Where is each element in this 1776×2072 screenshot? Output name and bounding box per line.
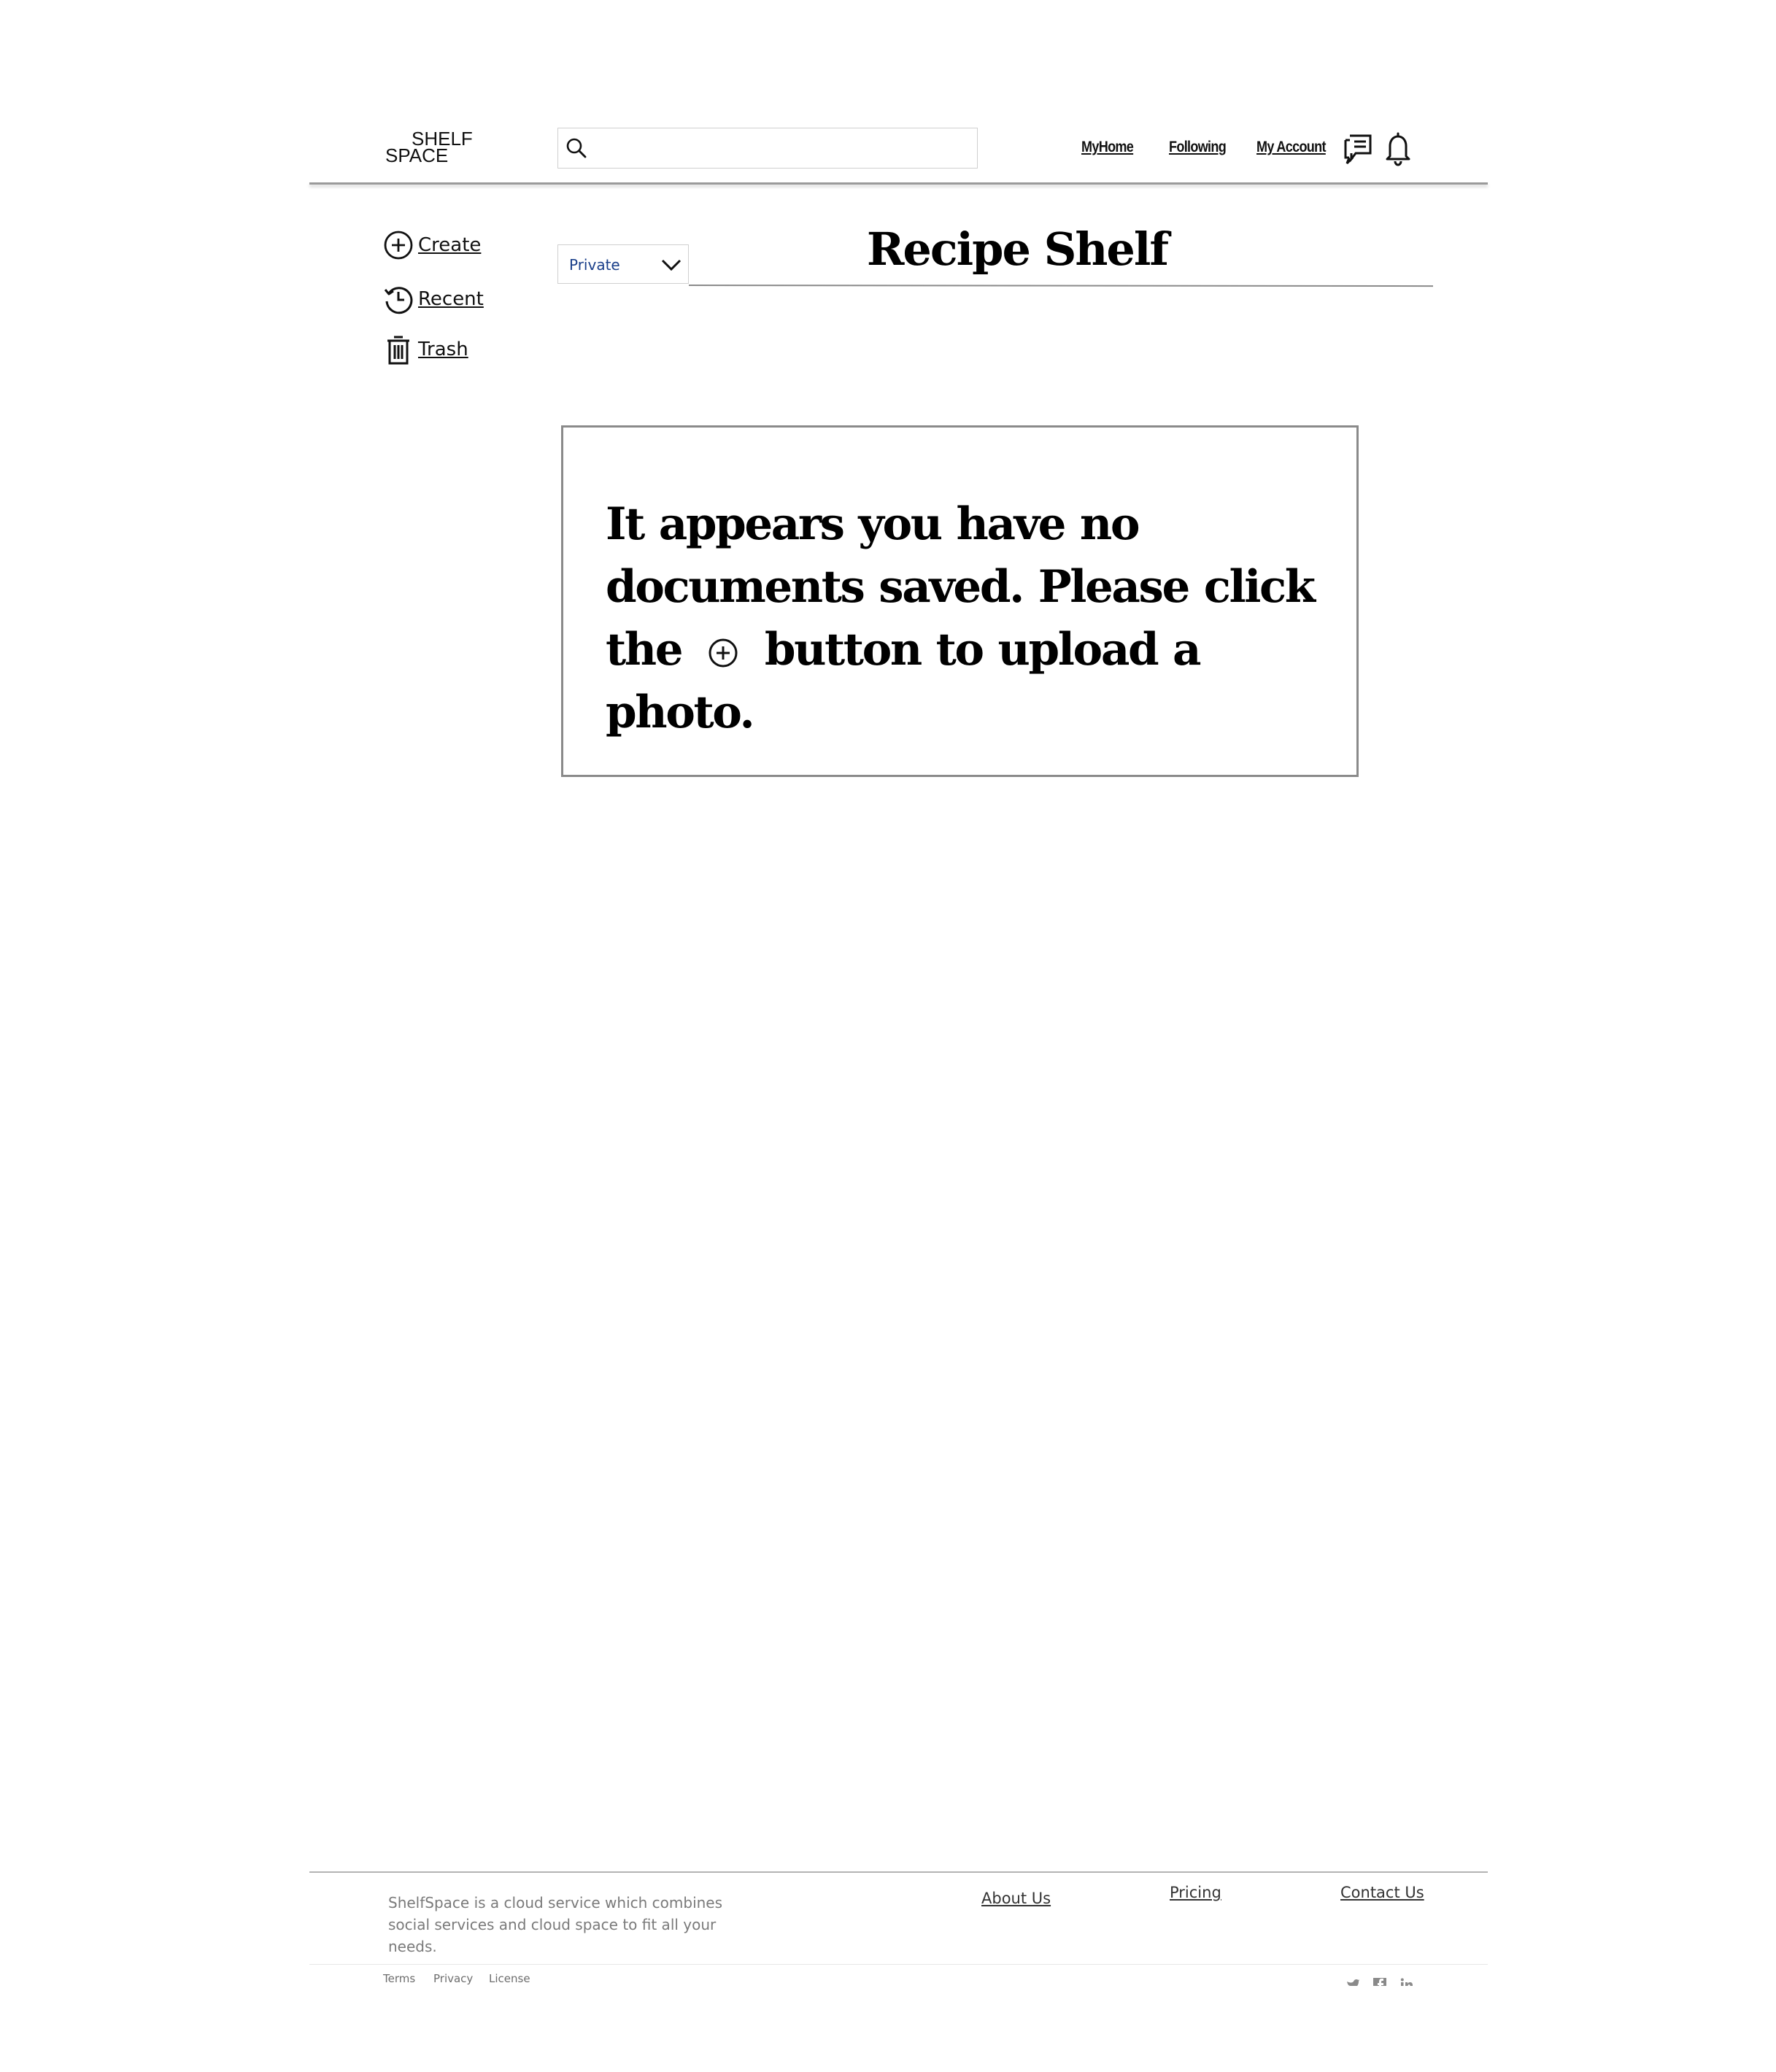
page-title: Recipe Shelf xyxy=(866,223,1169,276)
sidebar-item-label: Create xyxy=(418,234,482,256)
nav-link-following[interactable]: Following xyxy=(1169,139,1227,156)
empty-state-panel: It appears you have no documents saved. … xyxy=(561,425,1359,777)
sidebar-item-label: Trash xyxy=(418,339,468,360)
sidebar-item-trash[interactable]: Trash xyxy=(383,333,468,366)
visibility-select[interactable]: Private xyxy=(557,244,689,284)
footer-separator xyxy=(309,1964,1488,1965)
sidebar-item-label: Recent xyxy=(418,288,484,310)
trash-icon xyxy=(387,336,409,365)
title-underline xyxy=(688,285,1434,287)
nav-link-my-account[interactable]: My Account xyxy=(1256,139,1326,156)
footer-divider xyxy=(309,1871,1488,1873)
footer-legal-privacy[interactable]: Privacy xyxy=(433,1972,473,1985)
logo-bottom-text: SPACE xyxy=(385,144,448,166)
plus-circle-icon xyxy=(384,231,413,260)
visibility-select-value: Private xyxy=(569,256,620,274)
header-divider xyxy=(309,182,1488,185)
linkedin-icon[interactable] xyxy=(1399,1977,1414,1986)
footer-legal-license[interactable]: License xyxy=(489,1972,530,1985)
empty-state-text-after: button to upload a photo. xyxy=(606,624,1202,738)
footer-link-about-us[interactable]: About Us xyxy=(981,1890,1051,1907)
sidebar-item-recent[interactable]: Recent xyxy=(383,283,484,315)
search-icon xyxy=(566,138,587,158)
footer-description: ShelfSpace is a cloud service which comb… xyxy=(388,1894,723,1955)
messages-icon[interactable] xyxy=(1343,133,1373,165)
nav-link-myhome[interactable]: MyHome xyxy=(1081,139,1134,156)
shelfspace-logo[interactable]: SHELF SPACE xyxy=(385,128,480,167)
sidebar-item-create[interactable]: Create xyxy=(383,229,481,261)
footer-link-pricing[interactable]: Pricing xyxy=(1170,1884,1221,1901)
empty-state-message: It appears you have no documents saved. … xyxy=(606,493,1343,744)
footer-legal-terms[interactable]: Terms xyxy=(383,1972,415,1985)
facebook-icon[interactable] xyxy=(1372,1977,1387,1986)
twitter-icon[interactable] xyxy=(1345,1977,1360,1986)
history-clock-icon xyxy=(384,287,413,314)
search-bar[interactable] xyxy=(557,128,978,169)
inline-plus-circle-icon xyxy=(697,623,749,668)
notifications-bell-icon[interactable] xyxy=(1383,131,1413,166)
page-frame: SHELF SPACE MyHome Following My Account … xyxy=(309,109,1488,1992)
footer-link-contact-us[interactable]: Contact Us xyxy=(1340,1884,1424,1901)
chevron-down-icon xyxy=(661,259,682,271)
